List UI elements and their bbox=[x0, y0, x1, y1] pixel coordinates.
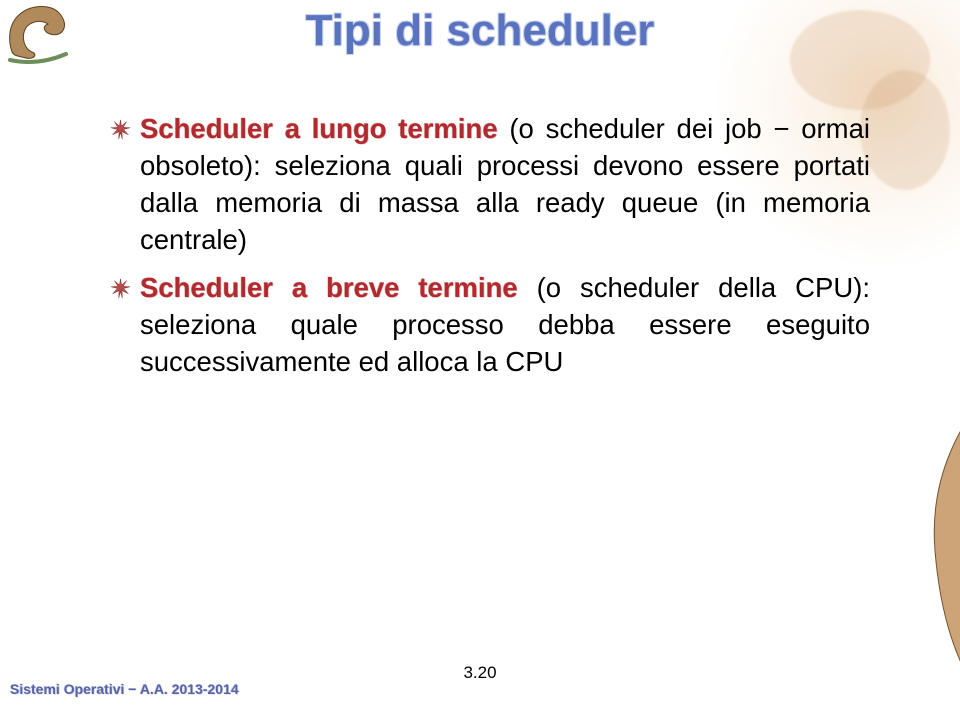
star-burst-icon bbox=[110, 119, 140, 145]
dinosaur-corner-icon bbox=[860, 401, 960, 701]
bullet-text: Scheduler a breve termine (o scheduler d… bbox=[140, 269, 870, 380]
footer-text: Sistemi Operativi − A.A. 2013-2014 bbox=[10, 681, 239, 697]
decoration bbox=[860, 70, 950, 190]
slide-title: Tipi di scheduler bbox=[0, 6, 960, 56]
content-area: Scheduler a lungo termine (o scheduler d… bbox=[110, 110, 870, 390]
footer-left: Sistemi Operativi − A.A. 2013-2014 bbox=[10, 681, 239, 697]
bullet-item: Scheduler a breve termine (o scheduler d… bbox=[110, 269, 870, 380]
page-number-text: 3.20 bbox=[463, 663, 496, 682]
title-text: Tipi di scheduler bbox=[306, 6, 655, 55]
bullet-dash: − bbox=[773, 113, 789, 144]
page-number: 3.20 bbox=[0, 663, 960, 683]
bullet-item: Scheduler a lungo termine (o scheduler d… bbox=[110, 110, 870, 259]
bullet-label: Scheduler a lungo termine bbox=[140, 113, 498, 144]
bullet-label: Scheduler a breve termine bbox=[140, 272, 518, 303]
bullet-body-a: (o scheduler dei job bbox=[498, 113, 774, 144]
star-burst-icon bbox=[110, 278, 140, 304]
bullet-text: Scheduler a lungo termine (o scheduler d… bbox=[140, 110, 870, 259]
slide: Tipi di scheduler Scheduler a lungo term… bbox=[0, 0, 960, 707]
